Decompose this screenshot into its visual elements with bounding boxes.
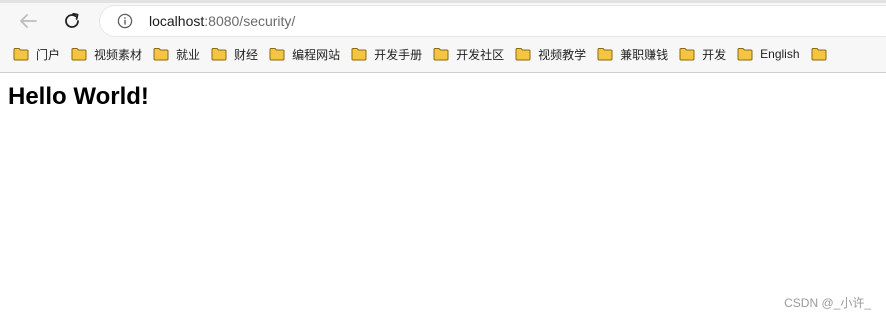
bookmarks-bar: 门户 视频素材 就业 财经 编程网站 开发手册 开发社区 视频教学 兼职赚钱 开发 English <box>0 38 886 70</box>
address-bar[interactable]: localhost:8080/security/ <box>100 6 886 36</box>
page-heading: Hello World! <box>8 83 149 110</box>
folder-icon <box>351 48 367 61</box>
bookmark-folder[interactable]: 开发 <box>679 42 736 66</box>
bookmark-label: 开发社区 <box>456 47 505 62</box>
page-content: Hello World! CSDN @_小许_ <box>0 73 886 319</box>
bookmark-label: 门户 <box>36 47 61 62</box>
browser-chrome: localhost:8080/security/ 门户 视频素材 就业 财经 编程网站 开… <box>0 0 886 73</box>
bookmark-label: 视频素材 <box>94 47 143 62</box>
folder-icon <box>679 48 695 61</box>
folder-icon <box>737 48 753 61</box>
reload-button[interactable] <box>58 8 86 34</box>
folder-icon <box>211 48 227 61</box>
bookmark-label: 开发 <box>702 47 727 62</box>
folder-icon <box>71 48 87 61</box>
bookmark-label: 兼职赚钱 <box>620 47 669 62</box>
watermark: CSDN @_小许_ <box>784 296 871 310</box>
window-top-edge <box>0 0 886 3</box>
bookmark-label: English <box>760 47 800 61</box>
bookmark-folder[interactable]: 财经 <box>211 42 268 66</box>
bookmark-folder[interactable]: 视频教学 <box>515 42 596 66</box>
bookmark-folder[interactable]: English <box>737 42 809 66</box>
bookmark-folder[interactable]: 编程网站 <box>269 42 350 66</box>
bookmark-label: 就业 <box>176 47 201 62</box>
url-path: :8080/security/ <box>204 13 296 29</box>
folder-icon <box>811 48 827 61</box>
bookmark-folder[interactable]: 开发社区 <box>433 42 514 66</box>
bookmark-label: 编程网站 <box>292 47 341 62</box>
url-host: localhost <box>149 13 205 29</box>
bookmark-label: 财经 <box>234 47 259 62</box>
bookmark-label: 开发手册 <box>374 47 423 62</box>
arrow-left-icon <box>20 14 37 28</box>
url-text[interactable]: localhost:8080/security/ <box>149 12 295 30</box>
folder-icon <box>515 48 531 61</box>
reload-icon <box>65 12 79 28</box>
info-icon[interactable] <box>117 13 133 29</box>
folder-icon <box>433 48 449 61</box>
folder-icon <box>153 48 169 61</box>
bookmark-folder[interactable]: 门户 <box>13 42 70 66</box>
bookmark-folder[interactable]: 视频素材 <box>71 42 152 66</box>
folder-icon <box>597 48 613 61</box>
back-button[interactable] <box>14 9 42 33</box>
folder-icon <box>13 48 29 61</box>
bookmark-folder[interactable]: 开发手册 <box>351 42 432 66</box>
bookmark-label: 视频教学 <box>538 47 587 62</box>
bookmark-folder[interactable] <box>811 42 844 66</box>
folder-icon <box>269 48 285 61</box>
bookmark-folder[interactable]: 就业 <box>153 42 210 66</box>
bookmark-folder[interactable]: 兼职赚钱 <box>597 42 678 66</box>
